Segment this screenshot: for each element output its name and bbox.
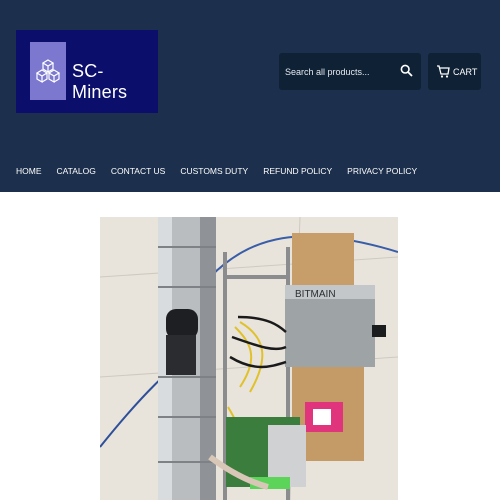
cart-label: CART [453,67,478,77]
cart-icon [436,65,450,83]
cart-button[interactable]: CART [428,53,481,90]
main-nav: HOME CATALOG CONTACT US CUSTOMS DUTY REF… [16,166,432,176]
site-logo[interactable]: SC-Miners [16,30,158,113]
nav-home[interactable]: HOME [16,166,42,176]
search-input[interactable]: Search all products... [279,53,421,90]
cubes-icon [30,42,66,100]
site-header: SC-Miners Search all products... CART HO… [0,0,500,192]
nav-privacy-policy[interactable]: PRIVACY POLICY [347,166,417,176]
product-photo: BITMAIN [100,217,398,500]
logo-text: SC-Miners [72,61,128,102]
search-placeholder: Search all products... [285,67,370,77]
nav-refund-policy[interactable]: REFUND POLICY [263,166,332,176]
bitmain-label: BITMAIN [295,289,336,300]
nav-customs-duty[interactable]: CUSTOMS DUTY [180,166,248,176]
search-icon[interactable] [400,64,413,82]
product-image[interactable]: BITMAIN [100,217,398,500]
nav-catalog[interactable]: CATALOG [57,166,96,176]
nav-contact-us[interactable]: CONTACT US [111,166,165,176]
